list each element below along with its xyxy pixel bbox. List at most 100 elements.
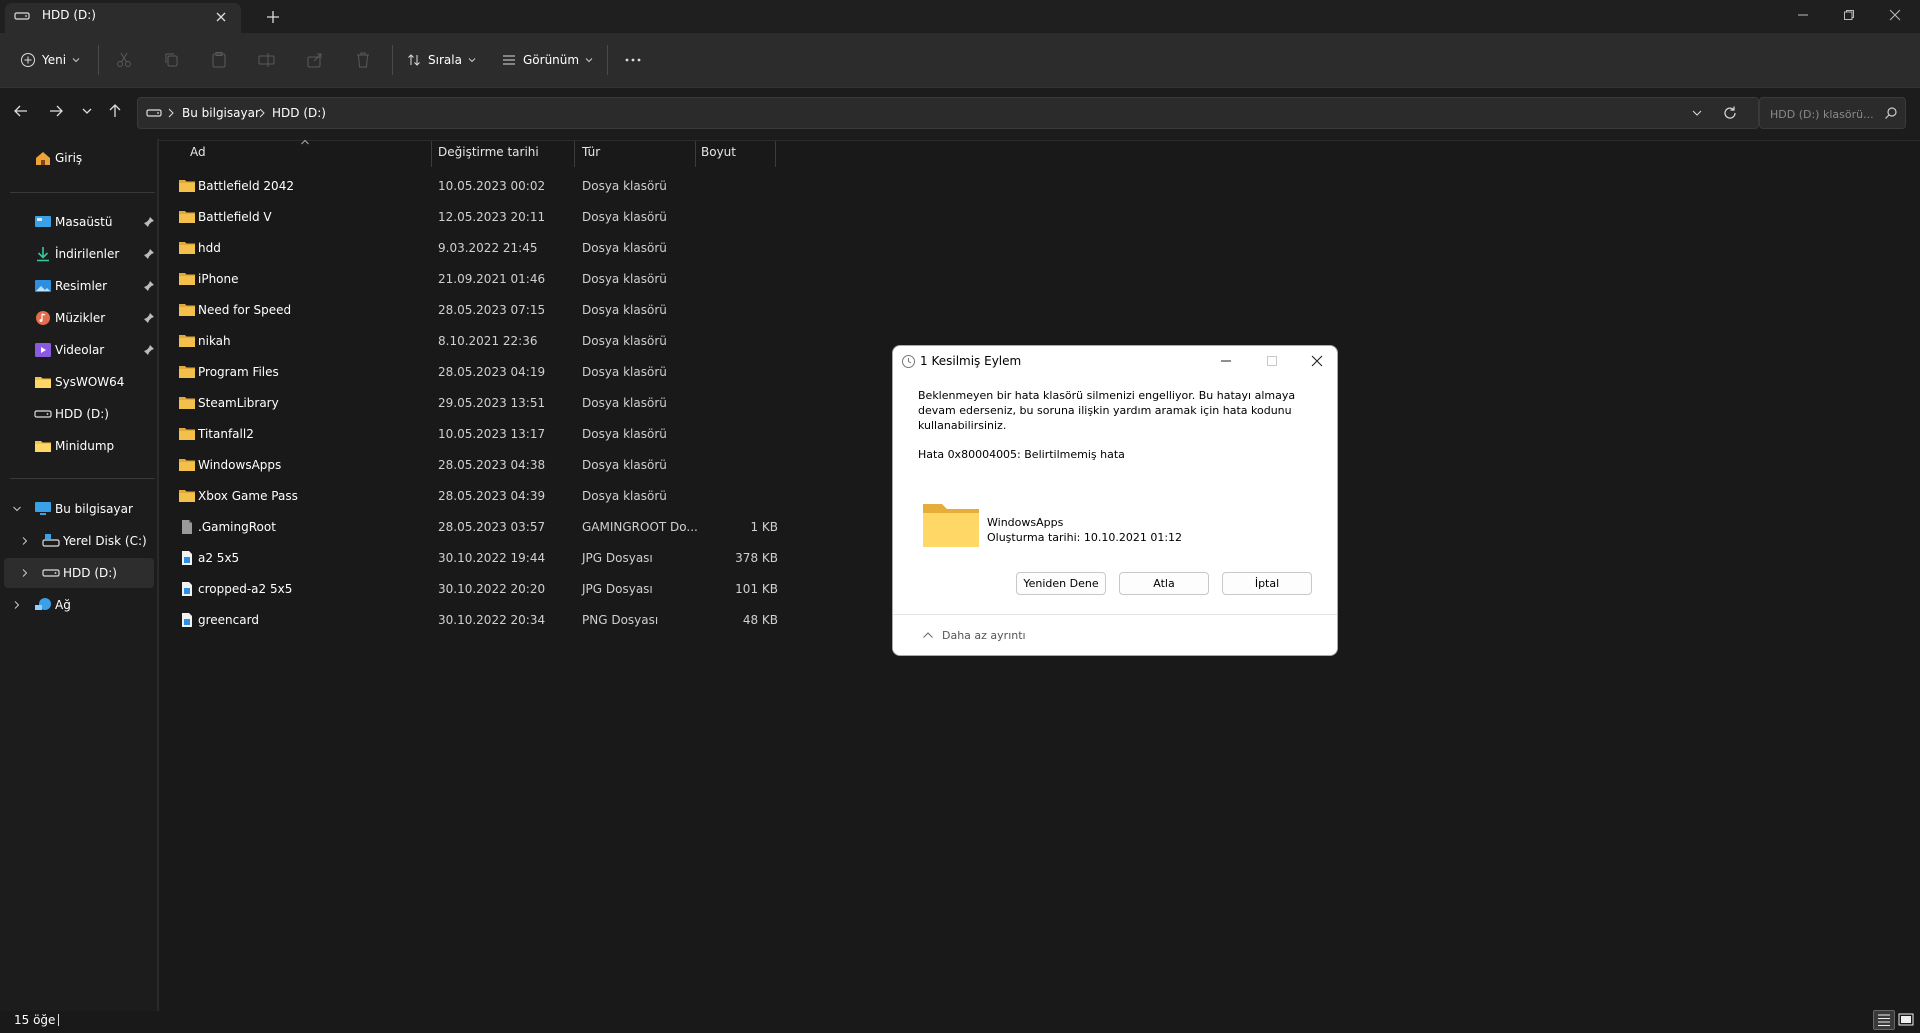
close-window-icon[interactable] [1872,0,1918,30]
close-tab-icon[interactable] [212,8,230,26]
retry-button[interactable]: Yeniden Dene [1016,572,1106,595]
sidebar-item-desktop[interactable]: Masaüstü [4,207,154,237]
copy-icon[interactable] [162,50,182,70]
divider [10,478,155,479]
sidebar-item-label: Bu bilgisayar [55,502,133,516]
title-bar [0,0,1920,33]
less-details-link[interactable]: Daha az ayrıntı [942,629,1026,642]
chevron-right-icon[interactable] [167,108,175,118]
file-name: Titanfall2 [198,427,254,441]
file-row[interactable]: Program Files 28.05.2023 04:19 Dosya kla… [168,357,778,388]
search-icon[interactable] [1884,106,1898,120]
forward-arrow-icon[interactable] [46,101,66,121]
address-history-chevron-icon[interactable] [1691,107,1703,119]
sidebar-item-music[interactable]: Müzikler [4,303,154,333]
column-header-date[interactable]: Değiştirme tarihi [438,145,539,167]
new-tab-icon[interactable] [262,6,284,28]
close-dialog-icon[interactable] [1307,353,1327,369]
more-options-icon[interactable] [623,50,643,70]
column-divider[interactable] [574,141,575,167]
paste-icon[interactable] [209,50,229,70]
sidebar-item-videos[interactable]: Videolar [4,335,154,365]
sort-ascending-icon [300,139,310,145]
file-row[interactable]: .GamingRoot 28.05.2023 03:57 GAMINGROOT … [168,512,778,543]
tab-title: HDD (D:) [42,8,96,22]
address-bar[interactable] [137,97,1759,129]
file-date: 28.05.2023 04:39 [438,489,546,503]
breadcrumb-hdd[interactable]: HDD (D:) [272,106,326,120]
chevron-down-icon[interactable] [12,504,22,514]
search-box[interactable] [1759,97,1906,129]
sidebar-item-hdd-quick[interactable]: HDD (D:) [4,399,154,429]
status-divider [58,1014,59,1026]
file-size: 48 KB [742,613,778,627]
up-arrow-icon[interactable] [105,101,125,121]
recent-locations-chevron-icon[interactable] [77,101,97,121]
file-row[interactable]: greencard 30.10.2022 20:34 PNG Dosyası 4… [168,605,778,636]
skip-button[interactable]: Atla [1119,572,1209,595]
sidebar-item-pictures[interactable]: Resimler [4,271,154,301]
cut-icon[interactable] [114,50,134,70]
restore-window-icon[interactable] [1826,0,1872,30]
column-divider[interactable] [775,141,776,167]
share-icon[interactable] [305,50,325,70]
file-date: 9.03.2022 21:45 [438,241,538,255]
file-type: Dosya klasörü [582,396,667,410]
file-row[interactable]: a2 5x5 30.10.2022 19:44 JPG Dosyası 378 … [168,543,778,574]
refresh-icon[interactable] [1722,105,1738,121]
file-date: 8.10.2021 22:36 [438,334,538,348]
delete-icon[interactable] [353,50,373,70]
column-header-type[interactable]: Tür [582,145,600,167]
sidebar-item-local-disk-c[interactable]: Yerel Disk (C:) [4,526,154,556]
chevron-down-icon [468,56,476,64]
search-input[interactable] [1768,105,1882,123]
folder-icon [178,302,196,318]
column-divider[interactable] [695,141,696,167]
sidebar-item-downloads[interactable]: İndirilenler [4,239,154,269]
breadcrumb-this-pc[interactable]: Bu bilgisayar [182,106,260,120]
column-header-size[interactable]: Boyut [701,145,736,167]
details-view-icon[interactable] [1873,1010,1895,1030]
column-divider[interactable] [431,141,432,167]
file-row[interactable]: Xbox Game Pass 28.05.2023 04:39 Dosya kl… [168,481,778,512]
sort-button[interactable]: Sırala [406,47,476,73]
column-header-name[interactable]: Ad [190,145,206,167]
file-type: Dosya klasörü [582,241,667,255]
sidebar-item-label: SysWOW64 [55,375,125,389]
chevron-right-icon[interactable] [20,536,30,546]
sidebar-item-syswow64[interactable]: SysWOW64 [4,367,154,397]
chevron-right-icon[interactable] [20,568,30,578]
item-count: 15 öğe [14,1013,56,1027]
sidebar-item-home[interactable]: Giriş [4,143,154,173]
file-row[interactable]: iPhone 21.09.2021 01:46 Dosya klasörü [168,264,778,295]
chevron-down-icon [72,56,80,64]
tab-hdd[interactable] [5,3,241,33]
chevron-right-icon[interactable] [258,108,266,118]
file-row[interactable]: Battlefield V 12.05.2023 20:11 Dosya kla… [168,202,778,233]
file-date: 28.05.2023 04:38 [438,458,546,472]
view-button[interactable]: Görünüm [501,47,593,73]
minimize-window-icon[interactable] [1780,0,1826,30]
cancel-button[interactable]: İptal [1222,572,1312,595]
file-row[interactable]: SteamLibrary 29.05.2023 13:51 Dosya klas… [168,388,778,419]
chevron-right-icon[interactable] [12,600,22,610]
chevron-up-icon[interactable] [922,630,934,640]
file-row[interactable]: WindowsApps 28.05.2023 04:38 Dosya klasö… [168,450,778,481]
sidebar-item-network[interactable]: Ağ [4,590,154,620]
command-bar [0,33,1920,87]
pane-splitter[interactable] [157,139,159,1011]
new-button[interactable]: Yeni [20,47,80,73]
minimize-dialog-icon[interactable] [1216,353,1236,369]
file-row[interactable]: Need for Speed 28.05.2023 07:15 Dosya kl… [168,295,778,326]
file-row[interactable]: Battlefield 2042 10.05.2023 00:02 Dosya … [168,171,778,202]
sidebar-item-hdd-d[interactable]: HDD (D:) [4,558,154,588]
file-row[interactable]: cropped-a2 5x5 30.10.2022 20:20 JPG Dosy… [168,574,778,605]
back-arrow-icon[interactable] [11,101,31,121]
rename-icon[interactable] [257,50,277,70]
file-row[interactable]: Titanfall2 10.05.2023 13:17 Dosya klasör… [168,419,778,450]
file-row[interactable]: nikah 8.10.2021 22:36 Dosya klasörü [168,326,778,357]
sidebar-item-this-pc[interactable]: Bu bilgisayar [4,494,154,524]
sidebar-item-minidump[interactable]: Minidump [4,431,154,461]
large-icons-view-icon[interactable] [1896,1010,1916,1030]
file-row[interactable]: hdd 9.03.2022 21:45 Dosya klasörü [168,233,778,264]
